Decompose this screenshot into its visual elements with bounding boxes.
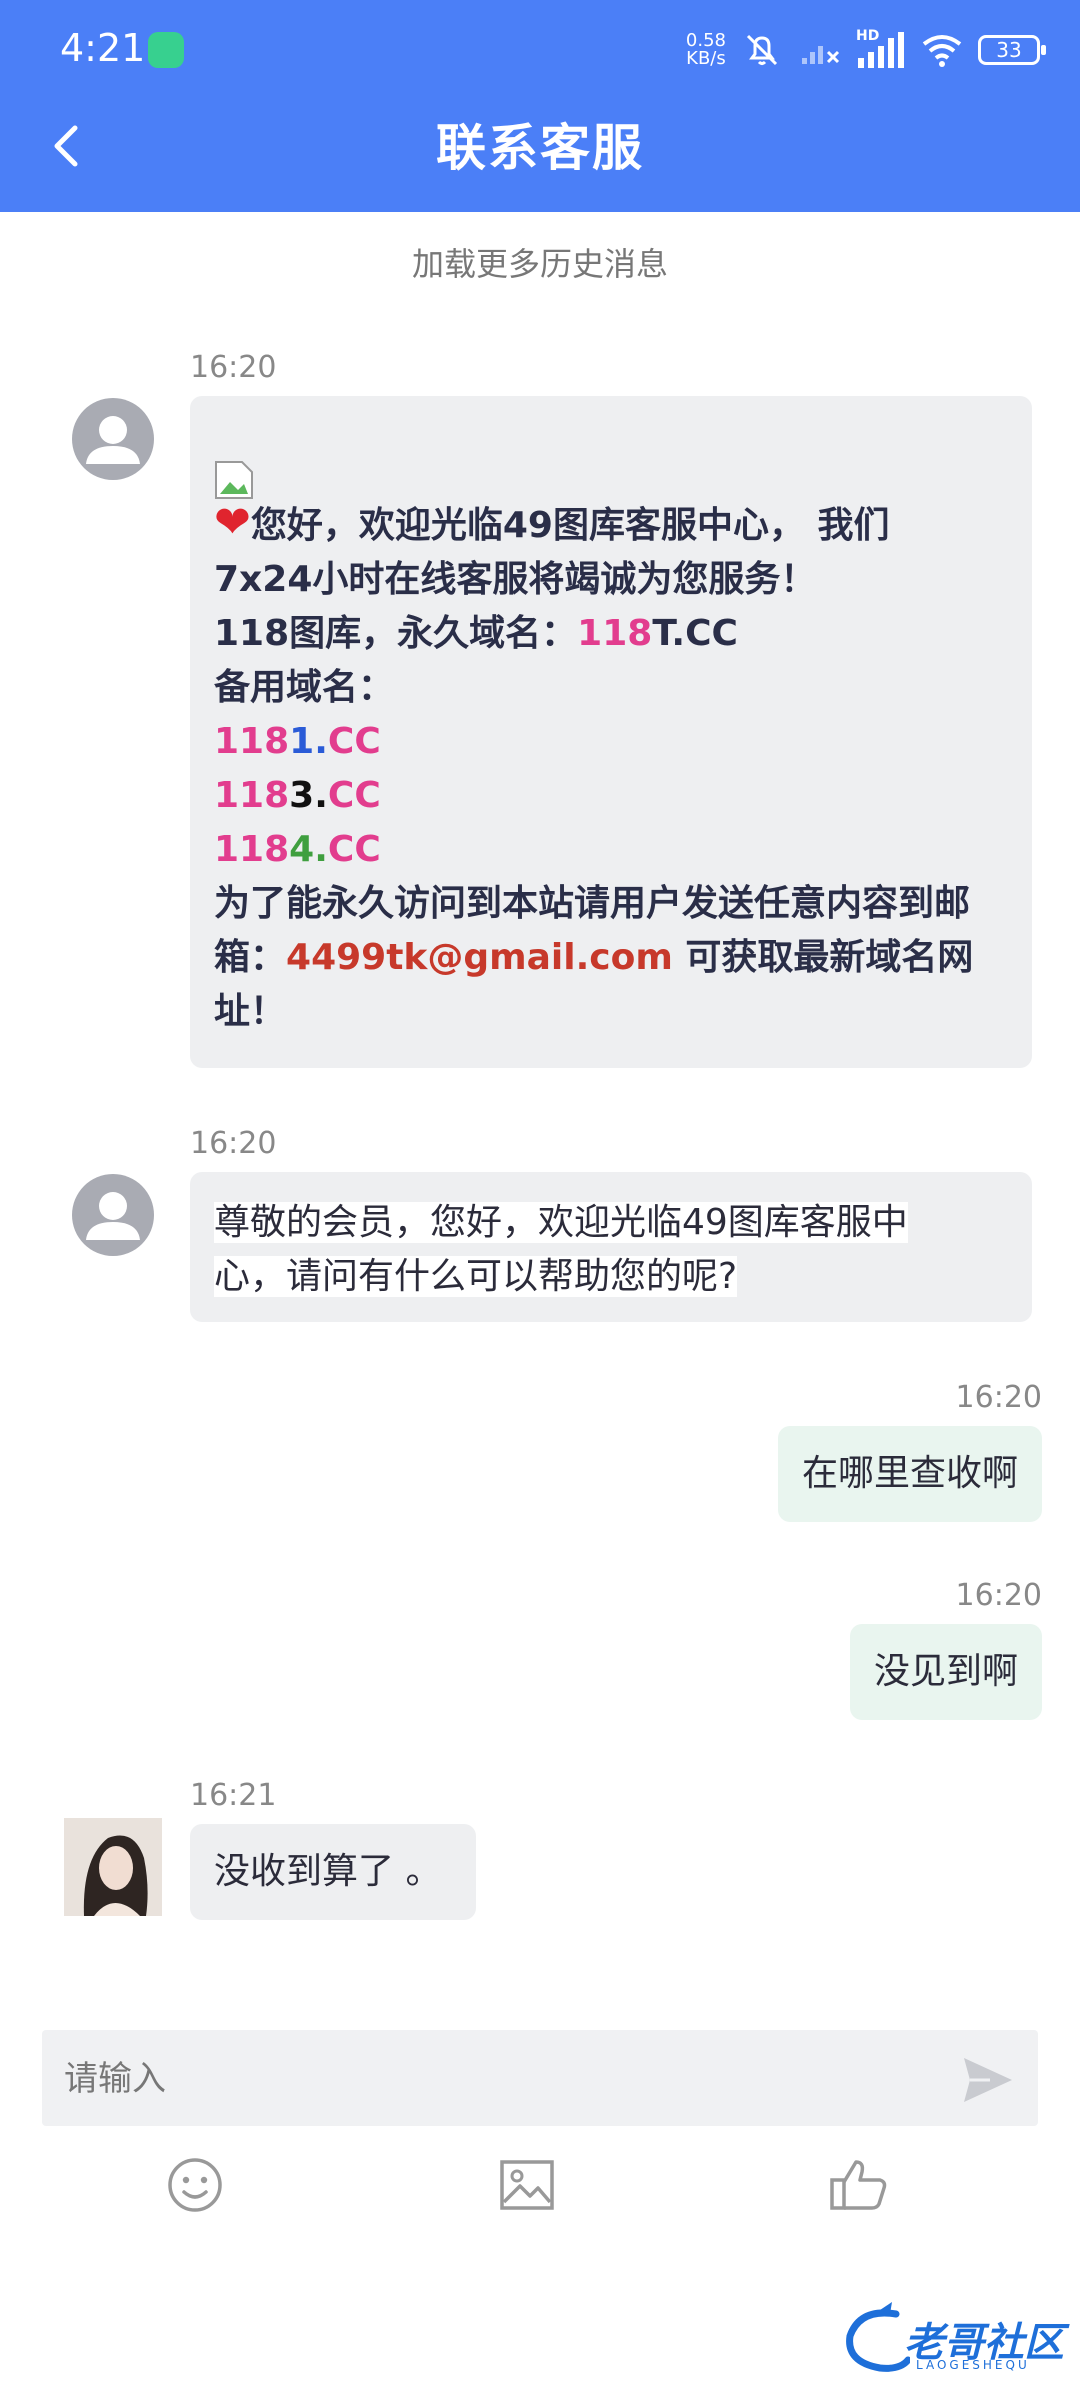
backup-domain-label: 备用域名： [214,667,395,708]
backup-domain-1[interactable]: 1181.CC [214,715,1008,769]
backup-domain-1-tld: CC [327,721,381,762]
agent-photo-avatar [64,1818,162,1916]
signal-off-icon [802,46,840,64]
domain-suffix: T.CC [652,613,738,654]
emoji-icon[interactable] [160,2150,230,2220]
domain-label: 118图库，永久域名： [214,613,578,654]
welcome-line-1: ❤您好，欢迎光临49图库客服中心， 我们 [214,496,1008,553]
message-timestamp: 16:20 [190,1126,277,1161]
message-bubble-welcome: ❤您好，欢迎光临49图库客服中心， 我们 7x24小时在线客服将竭诚为您服务！ … [190,396,1032,1068]
email-instruction-end: 址！ [214,991,287,1032]
email-line: 箱：4499tk@gmail.com 可获取最新域名网 [214,931,1008,985]
wifi-icon [922,35,962,67]
greeting-line-1: 尊敬的会员，您好，欢迎光临49图库客服中 [214,1196,1008,1250]
image-icon[interactable] [492,2150,562,2220]
backup-domain-3-dot: . [314,829,328,870]
app-header: 4:21 0.58 KB/s HD 33 联系客服 [0,0,1080,212]
message-timestamp: 16:20 [955,1380,1042,1415]
broken-image-icon [215,461,253,499]
email-label: 箱： [214,937,287,978]
message-bubble-outgoing: 在哪里查收啊 [777,1426,1042,1522]
backup-domain-3[interactable]: 1184.CC [214,823,1008,877]
status-bar: 4:21 0.58 KB/s HD 33 [0,0,1080,100]
message-bubble-greeting: 尊敬的会员，您好，欢迎光临49图库客服中 心，请问有什么可以帮助您的呢? [190,1172,1032,1322]
backup-domain-2-digit: 3 [289,775,315,816]
backup-domain-2[interactable]: 1183.CC [214,769,1008,823]
watermark-subtext: LAOGESHEQU [916,2358,1030,2372]
user-icon [86,1192,140,1240]
network-speed-unit: KB/s [686,48,726,69]
battery-indicator: 33 [978,35,1046,65]
app-notification-icon [148,32,184,68]
heart-icon: ❤ [214,497,251,548]
hd-signal: HD [856,28,906,70]
user-icon [86,416,140,464]
message-timestamp: 16:20 [190,350,277,385]
load-more-history-button[interactable]: 加载更多历史消息 [0,240,1080,288]
message-timestamp: 16:21 [190,1778,277,1813]
status-icons: 0.58 KB/s HD 33 [686,26,1046,74]
backup-domain-3-digit: 4 [289,829,315,870]
network-speed: 0.58 KB/s [686,32,726,68]
agent-avatar [72,398,154,480]
welcome-text: ❤您好，欢迎光临49图库客服中心， 我们 7x24小时在线客服将竭诚为您服务！ … [214,456,1008,1039]
greeting-line-2-text: 心，请问有什么可以帮助您的呢? [214,1256,738,1297]
backup-domain-3-tld: CC [327,829,381,870]
domain-number: 118 [577,613,653,654]
backup-domain-1-dot: . [314,721,328,762]
message-input-bar [42,2030,1038,2128]
greeting-line-2: 心，请问有什么可以帮助您的呢? [214,1250,1008,1304]
email-instruction-line: 为了能永久访问到本站请用户发送任意内容到邮 [214,883,971,924]
email-link[interactable]: 4499tk@gmail.com [286,937,673,978]
backup-domain-2-number: 118 [214,775,290,816]
signal-icon [858,32,904,68]
welcome-line-2: 7x24小时在线客服将竭诚为您服务！ [214,559,817,600]
email-suffix: 可获取最新域名网 [672,937,974,978]
dragon-logo-icon [846,2302,910,2372]
backup-domain-1-digit: 1 [289,721,315,762]
send-icon[interactable] [960,2052,1016,2108]
message-input[interactable] [62,2030,946,2128]
welcome-line-3: 118图库，永久域名：118T.CC [214,607,1008,661]
backup-domain-2-dot: . [314,775,328,816]
portrait-photo [64,1818,162,1916]
message-timestamp: 16:20 [955,1578,1042,1613]
backup-domain-3-number: 118 [214,829,290,870]
agent-avatar [72,1174,154,1256]
mute-bell-icon [746,34,778,66]
backup-domain-2-tld: CC [327,775,381,816]
thumbs-up-icon[interactable] [824,2150,894,2220]
backup-domain-1-number: 118 [214,721,290,762]
watermark-logo: 老哥社区 LAOGESHEQU [840,2300,1070,2380]
welcome-line-1-text: 您好，欢迎光临49图库客服中心， 我们 [250,505,890,546]
message-bubble-outgoing: 没见到啊 [849,1624,1042,1720]
page-title: 联系客服 [436,119,644,177]
greeting-line-1-text: 尊敬的会员，您好，欢迎光临49图库客服中 [214,1202,908,1243]
status-time: 4:21 [60,26,146,70]
message-bubble-incoming: 没收到算了 。 [190,1824,476,1920]
